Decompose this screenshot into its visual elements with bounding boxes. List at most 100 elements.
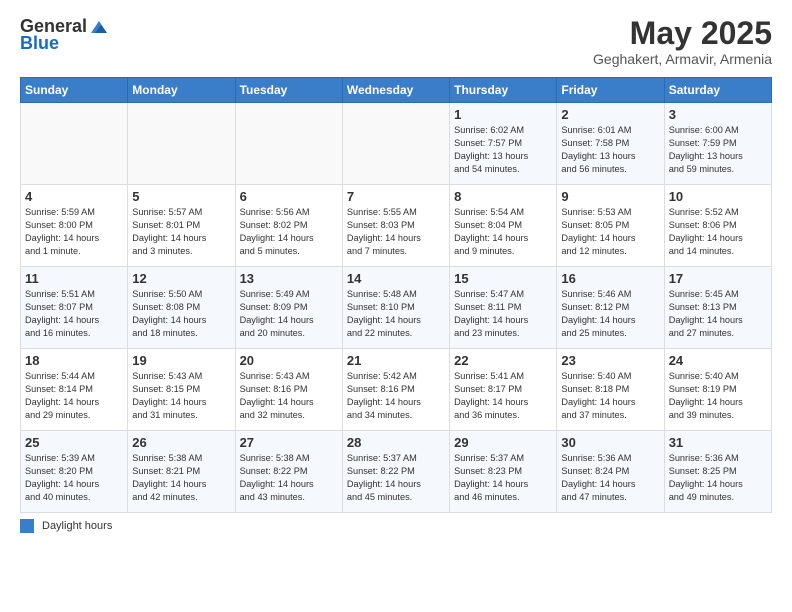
day-info: Sunrise: 5:51 AM Sunset: 8:07 PM Dayligh… (25, 288, 123, 340)
day-number: 1 (454, 107, 552, 122)
daylight-label: Daylight hours (42, 520, 112, 532)
day-info: Sunrise: 5:36 AM Sunset: 8:24 PM Dayligh… (561, 452, 659, 504)
calendar-cell: 10Sunrise: 5:52 AM Sunset: 8:06 PM Dayli… (664, 185, 771, 267)
calendar-cell: 25Sunrise: 5:39 AM Sunset: 8:20 PM Dayli… (21, 431, 128, 513)
day-number: 12 (132, 271, 230, 286)
day-number: 14 (347, 271, 445, 286)
day-info: Sunrise: 6:00 AM Sunset: 7:59 PM Dayligh… (669, 124, 767, 176)
week-row-3: 18Sunrise: 5:44 AM Sunset: 8:14 PM Dayli… (21, 349, 772, 431)
calendar-cell: 19 Sunrise: 5:43 AM Sunset: 8:15 PM Dayli… (128, 349, 235, 431)
calendar-cell: 7 Sunrise: 5:55 AM Sunset: 8:03 PM Daylig… (342, 185, 449, 267)
calendar-cell: 26 Sunrise: 5:38 AM Sunset: 8:21 PM Dayli… (128, 431, 235, 513)
calendar-cell: 15 Sunrise: 5:47 AM Sunset: 8:11 PM Dayli… (450, 267, 557, 349)
calendar-cell: 28 Sunrise: 5:37 AM Sunset: 8:22 PM Dayli… (342, 431, 449, 513)
day-number: 9 (561, 189, 659, 204)
day-info: Sunrise: 5:57 AM Sunset: 8:01 PM Dayligh… (132, 206, 230, 258)
day-info: Sunrise: 5:49 AM Sunset: 8:09 PM Dayligh… (240, 288, 338, 340)
calendar-cell: 5 Sunrise: 5:57 AM Sunset: 8:01 PM Daylig… (128, 185, 235, 267)
header-day-sunday: Sunday (21, 78, 128, 103)
day-number: 27 (240, 435, 338, 450)
header: General Blue May 2025 Geghakert, Armavir… (20, 16, 772, 67)
header-day-monday: Monday (128, 78, 235, 103)
day-number: 10 (669, 189, 767, 204)
calendar-cell: 23Sunrise: 5:40 AM Sunset: 8:18 PM Dayli… (557, 349, 664, 431)
calendar-cell (235, 103, 342, 185)
day-number: 16 (561, 271, 659, 286)
day-number: 21 (347, 353, 445, 368)
header-day-wednesday: Wednesday (342, 78, 449, 103)
day-number: 23 (561, 353, 659, 368)
day-number: 30 (561, 435, 659, 450)
day-number: 15 (454, 271, 552, 286)
day-number: 5 (132, 189, 230, 204)
logo-blue: Blue (20, 33, 59, 54)
calendar-cell (128, 103, 235, 185)
day-info: Sunrise: 5:37 AM Sunset: 8:23 PM Dayligh… (454, 452, 552, 504)
day-info: Sunrise: 5:43 AM Sunset: 8:16 PM Dayligh… (240, 370, 338, 422)
daylight-box (20, 519, 34, 533)
day-number: 2 (561, 107, 659, 122)
month-title: May 2025 (593, 16, 772, 51)
day-info: Sunrise: 5:59 AM Sunset: 8:00 PM Dayligh… (25, 206, 123, 258)
day-number: 8 (454, 189, 552, 204)
calendar-cell: 14 Sunrise: 5:48 AM Sunset: 8:10 PM Dayli… (342, 267, 449, 349)
calendar-cell: 18Sunrise: 5:44 AM Sunset: 8:14 PM Dayli… (21, 349, 128, 431)
day-number: 17 (669, 271, 767, 286)
day-info: Sunrise: 5:45 AM Sunset: 8:13 PM Dayligh… (669, 288, 767, 340)
day-number: 4 (25, 189, 123, 204)
day-info: Sunrise: 5:47 AM Sunset: 8:11 PM Dayligh… (454, 288, 552, 340)
logo-icon (89, 17, 109, 37)
day-info: Sunrise: 5:50 AM Sunset: 8:08 PM Dayligh… (132, 288, 230, 340)
day-number: 13 (240, 271, 338, 286)
calendar-cell: 1Sunrise: 6:02 AM Sunset: 7:57 PM Daylig… (450, 103, 557, 185)
calendar-cell: 24Sunrise: 5:40 AM Sunset: 8:19 PM Dayli… (664, 349, 771, 431)
week-row-0: 1Sunrise: 6:02 AM Sunset: 7:57 PM Daylig… (21, 103, 772, 185)
header-day-friday: Friday (557, 78, 664, 103)
day-info: Sunrise: 5:54 AM Sunset: 8:04 PM Dayligh… (454, 206, 552, 258)
calendar-cell (21, 103, 128, 185)
day-info: Sunrise: 5:36 AM Sunset: 8:25 PM Dayligh… (669, 452, 767, 504)
day-info: Sunrise: 5:46 AM Sunset: 8:12 PM Dayligh… (561, 288, 659, 340)
calendar-cell: 20 Sunrise: 5:43 AM Sunset: 8:16 PM Dayli… (235, 349, 342, 431)
calendar-cell: 29 Sunrise: 5:37 AM Sunset: 8:23 PM Dayli… (450, 431, 557, 513)
header-day-saturday: Saturday (664, 78, 771, 103)
day-number: 11 (25, 271, 123, 286)
calendar-cell: 13 Sunrise: 5:49 AM Sunset: 8:09 PM Dayli… (235, 267, 342, 349)
calendar-cell: 12 Sunrise: 5:50 AM Sunset: 8:08 PM Dayli… (128, 267, 235, 349)
day-number: 20 (240, 353, 338, 368)
calendar-cell: 22Sunrise: 5:41 AM Sunset: 8:17 PM Dayli… (450, 349, 557, 431)
calendar-cell: 17 Sunrise: 5:45 AM Sunset: 8:13 PM Dayli… (664, 267, 771, 349)
day-number: 22 (454, 353, 552, 368)
day-info: Sunrise: 5:37 AM Sunset: 8:22 PM Dayligh… (347, 452, 445, 504)
header-right: May 2025 Geghakert, Armavir, Armenia (593, 16, 772, 67)
day-number: 29 (454, 435, 552, 450)
day-number: 24 (669, 353, 767, 368)
calendar-cell: 11 Sunrise: 5:51 AM Sunset: 8:07 PM Dayli… (21, 267, 128, 349)
day-info: Sunrise: 5:48 AM Sunset: 8:10 PM Dayligh… (347, 288, 445, 340)
week-row-1: 4 Sunrise: 5:59 AM Sunset: 8:00 PM Daylig… (21, 185, 772, 267)
location: Geghakert, Armavir, Armenia (593, 51, 772, 67)
calendar-cell: 4 Sunrise: 5:59 AM Sunset: 8:00 PM Daylig… (21, 185, 128, 267)
day-number: 25 (25, 435, 123, 450)
day-info: Sunrise: 5:38 AM Sunset: 8:22 PM Dayligh… (240, 452, 338, 504)
day-info: Sunrise: 5:53 AM Sunset: 8:05 PM Dayligh… (561, 206, 659, 258)
calendar-cell: 2Sunrise: 6:01 AM Sunset: 7:58 PM Daylig… (557, 103, 664, 185)
day-number: 19 (132, 353, 230, 368)
day-number: 18 (25, 353, 123, 368)
day-info: Sunrise: 5:56 AM Sunset: 8:02 PM Dayligh… (240, 206, 338, 258)
day-number: 26 (132, 435, 230, 450)
calendar-cell: 8 Sunrise: 5:54 AM Sunset: 8:04 PM Daylig… (450, 185, 557, 267)
calendar-table: SundayMondayTuesdayWednesdayThursdayFrid… (20, 77, 772, 513)
calendar-cell: 30 Sunrise: 5:36 AM Sunset: 8:24 PM Dayli… (557, 431, 664, 513)
calendar-cell (342, 103, 449, 185)
day-info: Sunrise: 5:38 AM Sunset: 8:21 PM Dayligh… (132, 452, 230, 504)
day-number: 28 (347, 435, 445, 450)
calendar-cell: 21Sunrise: 5:42 AM Sunset: 8:16 PM Dayli… (342, 349, 449, 431)
footer: Daylight hours (20, 519, 772, 533)
calendar-cell: 3Sunrise: 6:00 AM Sunset: 7:59 PM Daylig… (664, 103, 771, 185)
day-info: Sunrise: 5:55 AM Sunset: 8:03 PM Dayligh… (347, 206, 445, 258)
day-info: Sunrise: 5:43 AM Sunset: 8:15 PM Dayligh… (132, 370, 230, 422)
calendar-cell: 31Sunrise: 5:36 AM Sunset: 8:25 PM Dayli… (664, 431, 771, 513)
day-number: 7 (347, 189, 445, 204)
page: General Blue May 2025 Geghakert, Armavir… (0, 0, 792, 612)
